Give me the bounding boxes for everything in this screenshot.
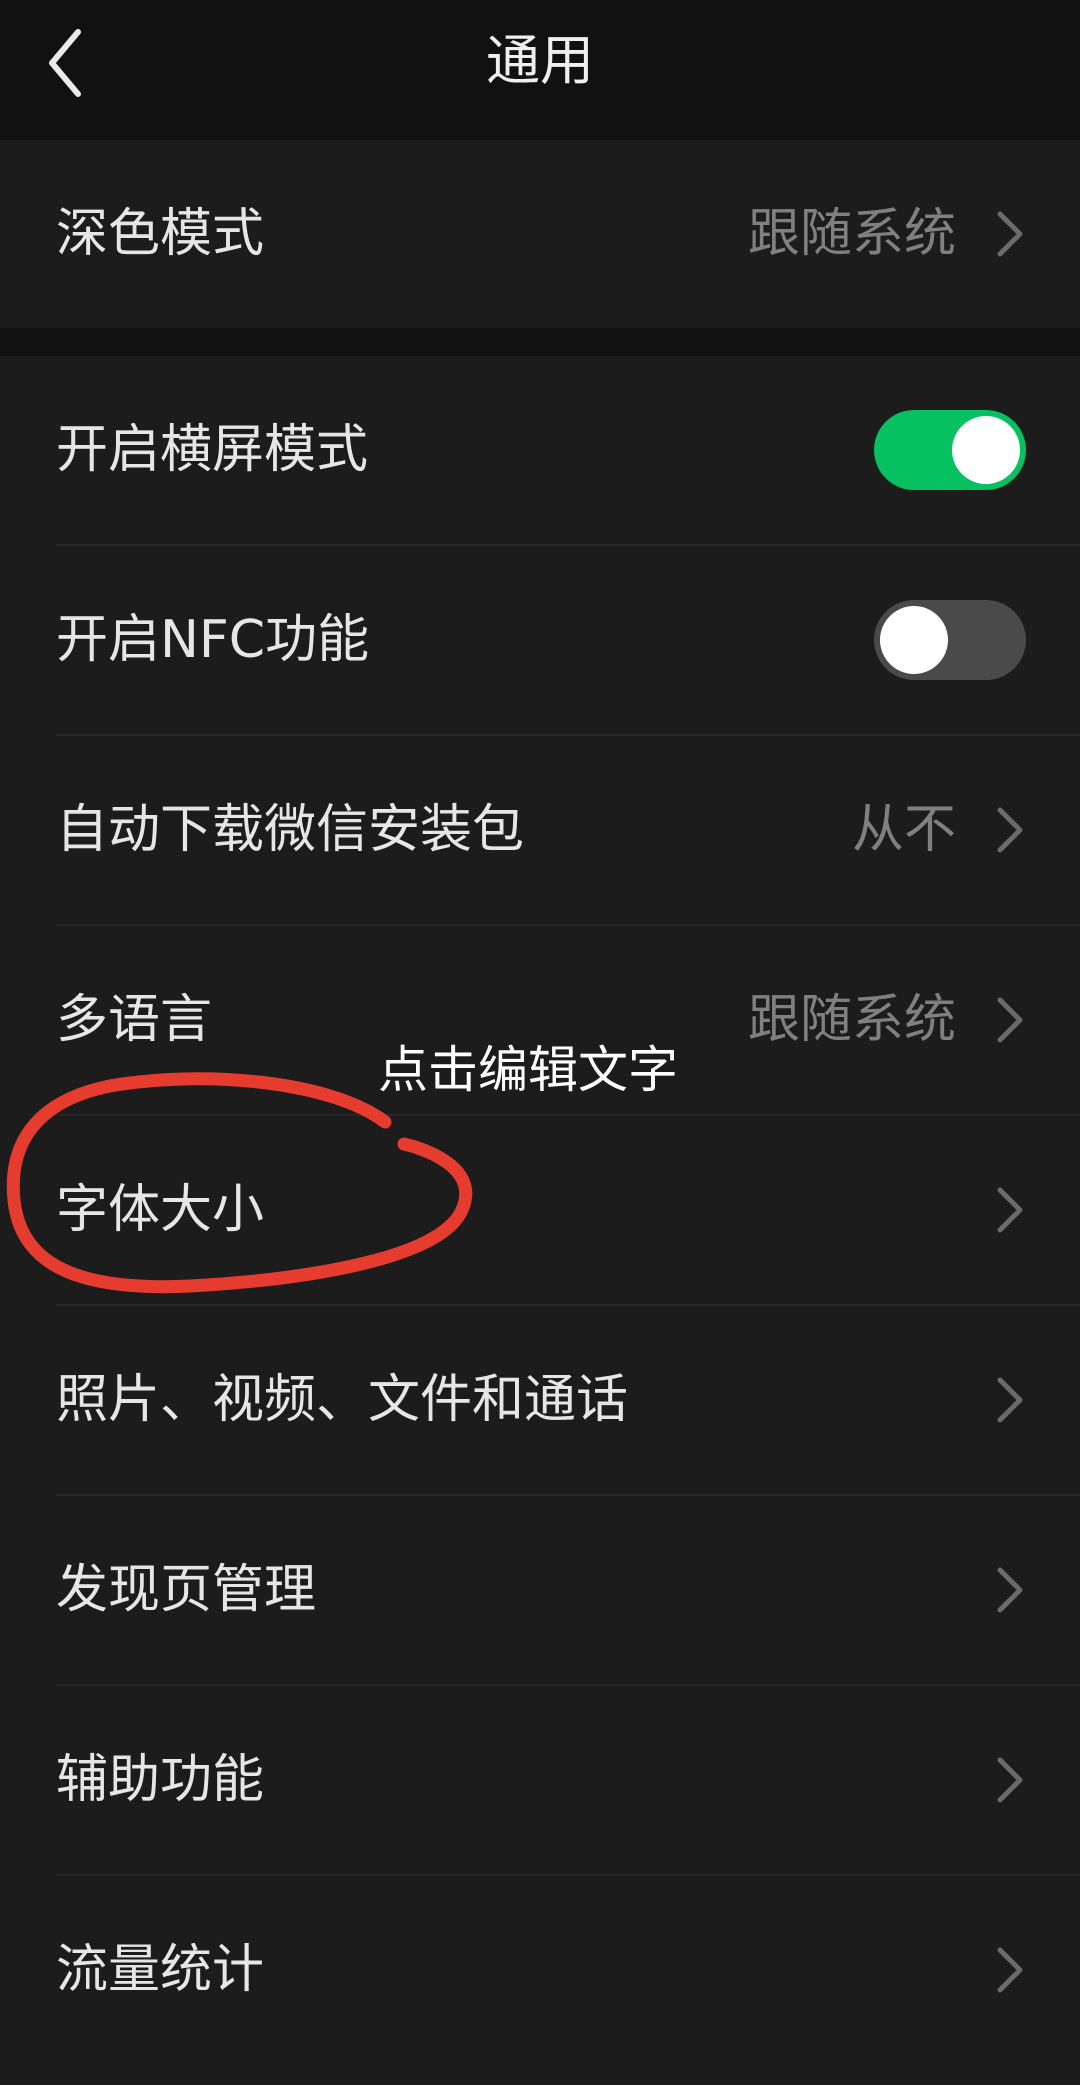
row-value: 跟随系统	[747, 990, 956, 1050]
row-label: 流量统计	[56, 1940, 265, 2000]
chevron-right-icon	[997, 211, 1023, 257]
row-label: 辅助功能	[56, 1750, 265, 1810]
row-media[interactable]: 照片、视频、文件和通话	[0, 1306, 1080, 1494]
chevron-right-icon	[997, 1187, 1023, 1233]
row-label: 自动下载微信安装包	[56, 800, 525, 860]
toggle-knob	[880, 606, 948, 674]
row-discover-management[interactable]: 发现页管理	[0, 1496, 1080, 1684]
row-landscape-mode[interactable]: 开启横屏模式	[0, 356, 1080, 544]
row-value: 跟随系统	[747, 204, 956, 264]
row-label: 开启横屏模式	[56, 420, 369, 480]
chevron-right-icon	[997, 1757, 1023, 1803]
row-dark-mode[interactable]: 深色模式 跟随系统	[0, 140, 1080, 328]
row-data-usage[interactable]: 流量统计	[0, 1876, 1080, 2064]
row-nfc[interactable]: 开启NFC功能	[0, 546, 1080, 734]
chevron-right-icon	[997, 807, 1023, 853]
row-font-size[interactable]: 字体大小	[0, 1116, 1080, 1304]
toggle-knob	[952, 416, 1020, 484]
row-auto-download[interactable]: 自动下载微信安装包 从不	[0, 736, 1080, 924]
row-label: 发现页管理	[56, 1560, 317, 1620]
row-label: 照片、视频、文件和通话	[56, 1370, 629, 1430]
settings-section-general: 开启横屏模式 开启NFC功能 自动下载微信安装包 从不 多语言 跟随系统 字体大…	[0, 356, 1080, 2085]
landscape-toggle[interactable]	[874, 410, 1026, 490]
nfc-toggle[interactable]	[874, 600, 1026, 680]
chevron-right-icon	[997, 1567, 1023, 1613]
row-label: 字体大小	[56, 1180, 265, 1240]
row-label: 多语言	[56, 990, 213, 1050]
chevron-right-icon	[997, 1947, 1023, 1993]
navigation-bar: 通用	[0, 0, 1080, 140]
row-accessibility[interactable]: 辅助功能	[0, 1686, 1080, 1874]
row-label: 深色模式	[56, 204, 265, 264]
chevron-right-icon	[997, 997, 1023, 1043]
page-title: 通用	[486, 29, 594, 92]
row-value: 从不	[851, 800, 956, 860]
settings-section-appearance: 深色模式 跟随系统	[0, 140, 1080, 328]
chevron-right-icon	[997, 1377, 1023, 1423]
annotation-caption: 点击编辑文字	[378, 1041, 678, 1099]
row-label: 开启NFC功能	[56, 610, 370, 670]
